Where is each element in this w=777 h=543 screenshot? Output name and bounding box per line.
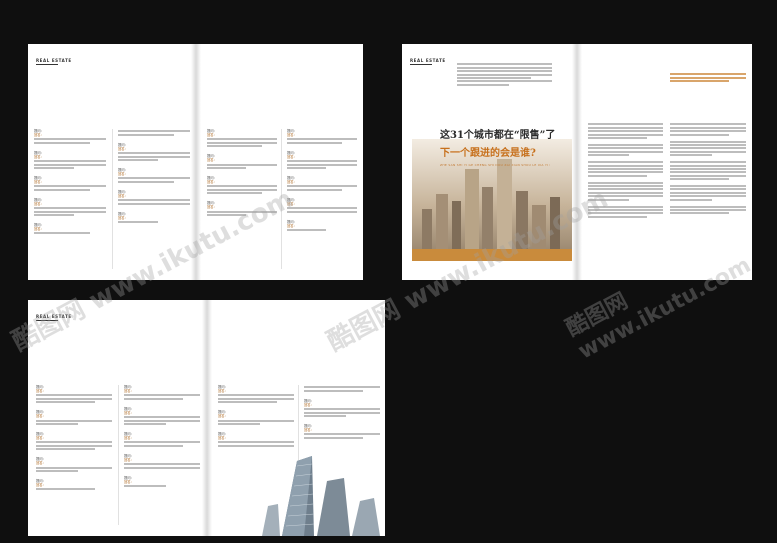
title-line-1: 这31个城市都在“限售”了 [440,130,556,141]
qa-column: 提问： 回答： 提问： 回答： 提问： 回答： 提问： 回答： 提问： 回答： [36,385,112,497]
brand-label: REAL ESTATE [36,314,72,319]
pull-quote [670,72,746,84]
skyscraper-illustration [262,456,380,536]
page-right: 提问： 回答： 提问： 回答： 提问： 回答： 提问： 回答： 提问： 回答： 提问： 回答… [201,44,363,280]
page-right [582,44,752,280]
accent-bar [412,249,574,261]
spread-bottom: REAL ESTATE 提问： 回答： 提问： 回答： 提问： 回答： 提问： 回答： … [28,300,385,536]
brand-label: REAL ESTATE [410,58,446,63]
page-left: REAL ESTATE 提问： 回答： 提问： 回答： 提问： 回答： 提问： 回答： … [28,300,206,536]
brand-label: REAL ESTATE [36,58,72,63]
spread-top-left: REAL ESTATE 提问： 回答： 提问： 回答： 提问： 回答： 提问： 回答： … [28,44,363,280]
spread-top-right: REAL ESTATE 这31个城市都在“限售”了 下一个跟进的会是谁? ZHE… [402,44,752,280]
article-column [670,122,746,216]
qa-column: 提问： 回答： 提问： 回答： 提问： 回答： [218,385,294,454]
page-left: REAL ESTATE 这31个城市都在“限售”了 下一个跟进的会是谁? ZHE… [402,44,574,280]
title-line-2: 下一个跟进的会是谁? [440,148,536,159]
qa-column: 提问： 回答： 提问： 回答： 提问： 回答： 提问： 回答： [118,129,190,230]
qa-column: 提问： 回答： 提问： 回答： 提问： 回答： 提问： 回答： 提问： 回答： [124,385,200,494]
feature-title: 这31个城市都在“限售”了 下一个跟进的会是谁? ZHE SAN SHI YI … [440,126,555,167]
page-right: 提问： 回答： 提问： 回答： 提问： 回答： 提问： 回答： 提问： 回答： [212,300,385,536]
title-english: ZHE SAN SHI YI GE CHENG SHI DOU ZAI XIAN… [440,163,550,167]
skyscraper-photo [252,456,385,536]
qa-column: 提问： 回答： 提问： 回答： [304,385,380,446]
page-left: REAL ESTATE 提问： 回答： 提问： 回答： 提问： 回答： 提问： 回答： … [28,44,196,280]
qa-column: 提问： 回答： 提问： 回答： 提问： 回答： 提问： 回答： 提问： 回答： [287,129,357,238]
intro-text [457,62,552,87]
article-column [588,122,663,219]
qa-column: 提问： 回答： 提问： 回答： 提问： 回答： 提问： 回答： [207,129,277,223]
qa-column: 提问： 回答： 提问： 回答： 提问： 回答： 提问： 回答： 提问： 回答： [34,129,106,241]
